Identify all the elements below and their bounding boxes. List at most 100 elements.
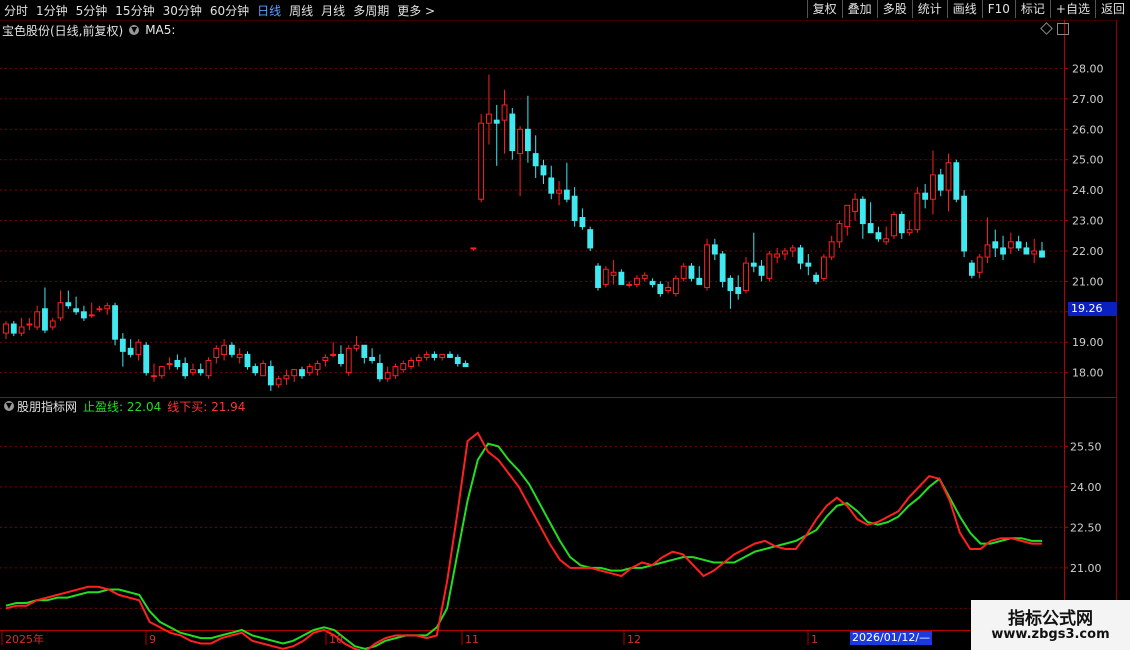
chart-canvas[interactable]: 28.00 27.00 26.00 25.00 24.00 23.00 22.00 21.00… (0, 0, 1130, 650)
main-y-label-3: 25.00 (1072, 154, 1104, 167)
candle-body-104 (813, 274, 820, 282)
candle-body-13 (104, 305, 111, 310)
candle-body-124 (968, 262, 975, 276)
candle-body-113 (883, 238, 890, 243)
candle-body-87 (680, 265, 687, 279)
indicator-series-0 (5, 442, 1042, 650)
candle-body-131 (1023, 247, 1030, 255)
candle-body-9 (73, 308, 80, 313)
candle-body-54 (423, 353, 430, 358)
candle-body-109 (852, 198, 858, 212)
candle-body-96 (750, 262, 757, 267)
candle-body-32 (252, 366, 259, 374)
candle-body-31 (244, 353, 251, 368)
candle-body-91 (711, 244, 718, 255)
candle-body-125 (976, 256, 983, 273)
candle-body-75 (587, 229, 594, 249)
candle-body-68 (532, 153, 539, 167)
candle-body-24 (190, 369, 196, 374)
candle-body-121 (945, 162, 952, 191)
candle-body-22 (174, 359, 181, 368)
candle-body-97 (758, 265, 765, 276)
candle-body-95 (743, 262, 749, 292)
candle-body-86 (672, 277, 679, 295)
candle-body-15 (119, 338, 126, 352)
candle-body-103 (805, 262, 812, 267)
ind-y-label-3: 21.00 (1070, 562, 1102, 575)
x-label-3: 11 (465, 633, 479, 646)
candle-body-30 (236, 353, 243, 358)
candle-body-85 (665, 286, 672, 292)
candle-body-41 (322, 356, 329, 361)
main-y-label-4: 24.00 (1072, 184, 1104, 197)
candle-body-11 (88, 314, 95, 317)
main-y-label-2: 26.00 (1072, 123, 1104, 136)
candle-body-45 (353, 344, 360, 349)
candle-body-55 (431, 353, 438, 358)
candle-body-62 (486, 113, 492, 124)
candle-body-48 (376, 363, 383, 380)
candle-body-102 (797, 247, 804, 264)
candle-body-14 (112, 305, 118, 340)
candle-body-123 (961, 195, 968, 252)
candle-body-88 (688, 265, 695, 279)
candle-body-126 (984, 244, 991, 258)
candle-body-43 (338, 353, 344, 365)
candle-body-65 (509, 113, 516, 152)
diamond-icon[interactable] (1040, 22, 1053, 35)
candle-body-69 (540, 165, 547, 176)
candle-body-5 (42, 308, 48, 331)
candle-body-25 (197, 369, 204, 374)
window-toggle-icon[interactable] (1057, 23, 1069, 35)
indicator-dropdown-icon[interactable]: ▼ (4, 401, 14, 411)
candle-body-63 (493, 119, 500, 124)
ma-dropdown-icon[interactable]: ▼ (129, 25, 140, 35)
main-y-label-7: 21.00 (1072, 275, 1104, 288)
candle-body-78 (610, 271, 617, 276)
x-label-4: 12 (627, 633, 641, 646)
candle-body-49 (384, 372, 391, 380)
candle-body-23 (182, 363, 189, 377)
candle-body-129 (1007, 241, 1014, 249)
watermark-title: 指标公式网 (1008, 609, 1093, 629)
candle-body-28 (221, 344, 228, 355)
candle-body-74 (579, 217, 586, 228)
candle-body-67 (524, 128, 531, 152)
main-chart-header: 宝色股份(日线,前复权) ▼ MA5: (2, 22, 175, 38)
candle-body-20 (158, 366, 165, 377)
candle-body-27 (213, 347, 220, 358)
candle-body-44 (345, 347, 352, 374)
candle-body-98 (766, 253, 773, 279)
candle-body-132 (1031, 250, 1038, 255)
candle-body-120 (937, 174, 944, 191)
candle-body-77 (602, 268, 609, 285)
x-label-2: 10 (329, 633, 343, 646)
right-info-strip (1116, 20, 1130, 630)
candle-body-110 (859, 198, 866, 225)
candle-body-16 (127, 347, 134, 355)
candle-body-35 (275, 378, 282, 386)
candle-body-118 (922, 192, 929, 200)
indicator-name[interactable]: 股朋指标网 (17, 398, 77, 415)
candle-body-52 (408, 359, 414, 368)
candle-body-60 (470, 247, 477, 250)
candle-body-37 (291, 369, 298, 377)
candle-body-7 (57, 302, 64, 319)
candle-body-115 (898, 213, 905, 234)
stock-title[interactable]: 宝色股份(日线,前复权) (2, 22, 123, 39)
candle-body-57 (447, 353, 453, 358)
candle-body-76 (595, 265, 601, 288)
candle-body-42 (330, 353, 337, 356)
candle-body-122 (953, 162, 960, 200)
candle-body-17 (135, 341, 142, 355)
candle-body-40 (314, 363, 321, 371)
candle-body-79 (618, 271, 625, 285)
candle-body-130 (1015, 241, 1022, 249)
candle-body-21 (166, 363, 173, 366)
candle-body-0 (3, 323, 9, 334)
candle-body-100 (782, 250, 788, 255)
candle-body-33 (260, 363, 266, 377)
candle-body-29 (228, 344, 235, 355)
candle-body-119 (930, 174, 936, 200)
candle-body-47 (369, 356, 376, 361)
